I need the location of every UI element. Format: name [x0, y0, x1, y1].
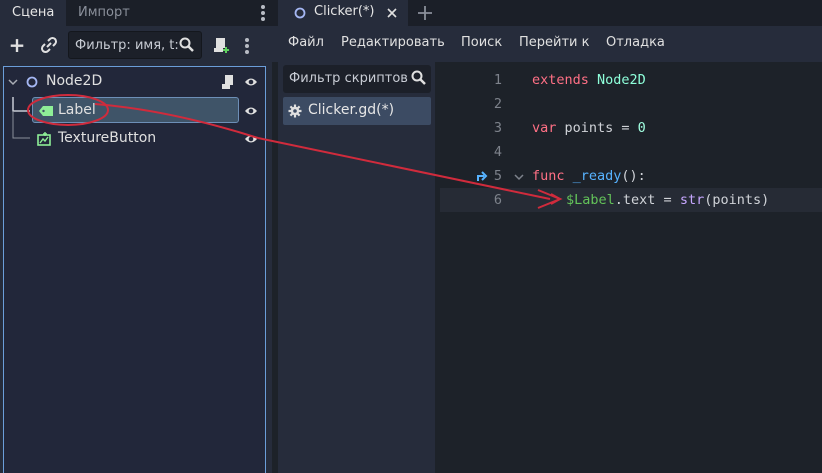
menu-search[interactable]: Поиск: [461, 35, 502, 50]
search-icon: [179, 37, 194, 52]
gear-icon: [288, 104, 302, 118]
keyword-token: var: [532, 120, 557, 136]
code-editor[interactable]: 1 extends Node2D 2 3 var points = 0 4 5 …: [440, 62, 822, 473]
eye-icon[interactable]: [244, 104, 258, 118]
chevron-down-icon[interactable]: [8, 77, 18, 87]
tab-import[interactable]: Импорт: [66, 0, 142, 26]
eye-icon[interactable]: [244, 75, 258, 89]
script-filter-placeholder: Фильтр скриптов: [289, 71, 408, 86]
close-icon[interactable]: [386, 7, 398, 19]
class-token: Node2D: [597, 72, 646, 88]
code-token: ():: [621, 168, 646, 184]
editor-tabs: Clicker(*): [272, 0, 822, 26]
line-number: 3: [493, 120, 502, 136]
builtin-token: str: [679, 192, 705, 208]
menu-goto[interactable]: Перейти к: [519, 35, 589, 50]
tree-item-node2d[interactable]: Node2D: [4, 69, 265, 95]
code-token: points =: [556, 120, 638, 136]
script-add-icon: [214, 38, 229, 53]
label-icon: [39, 106, 53, 116]
code-line: 4: [440, 140, 822, 164]
search-icon: [411, 70, 426, 85]
add-node-button[interactable]: +: [6, 34, 28, 56]
code-line: 3 var points = 0: [440, 116, 822, 140]
scene-dock-tabs: Сцена Импорт: [0, 0, 272, 26]
code-token: (points): [704, 192, 770, 208]
code-line: 5 func _ready():: [440, 164, 822, 188]
code-line: 2: [440, 92, 822, 116]
number-token: 0: [637, 120, 646, 136]
scene-filter-placeholder: Фильтр: имя, t:: [75, 38, 179, 53]
link-icon: [40, 36, 58, 54]
line-number: 5: [493, 168, 502, 184]
code-text: var points = 0: [532, 120, 646, 136]
scene-filter-input[interactable]: Фильтр: имя, t:: [68, 31, 202, 59]
scene-options-icon[interactable]: [244, 34, 252, 56]
code-line-current: 6 $Label.text = str(points): [440, 188, 822, 212]
code-text: extends Node2D: [532, 72, 646, 88]
code-line: 1 extends Node2D: [440, 68, 822, 92]
texture-button-icon: [37, 132, 51, 146]
menu-debug[interactable]: Отладка: [606, 35, 665, 50]
tab-clicker-script[interactable]: Clicker(*): [278, 0, 408, 26]
scene-tree: Node2D Label TextureButton: [3, 66, 266, 473]
add-tab-icon[interactable]: [416, 4, 434, 22]
code-text: func _ready():: [532, 168, 646, 184]
code-text: $Label.text = str(points): [566, 192, 769, 208]
script-menubar: Файл Редактировать Поиск Перейти к Отлад…: [272, 26, 822, 62]
script-item-label: Clicker.gd(*): [308, 102, 395, 118]
keyword-token: func: [532, 168, 565, 184]
line-number: 6: [493, 192, 502, 208]
script-list-panel: Фильтр скриптов Clicker.gd(*): [278, 62, 435, 473]
tab-scene[interactable]: Сцена: [0, 0, 66, 26]
scene-toolbar: + Фильтр: имя, t:: [0, 26, 272, 64]
dock-menu-icon[interactable]: [260, 4, 266, 22]
eye-icon[interactable]: [244, 132, 258, 146]
tree-item-texturebutton[interactable]: TextureButton: [4, 126, 265, 152]
tree-item-label-node[interactable]: Label: [4, 98, 265, 124]
attach-script-button[interactable]: [210, 34, 232, 56]
nodepath-token: $Label: [566, 192, 615, 208]
script-list-item[interactable]: Clicker.gd(*): [283, 97, 431, 125]
code-token: .text =: [614, 192, 680, 208]
keyword-token: extends: [532, 72, 589, 88]
node2d-circle-icon: [294, 7, 306, 19]
tree-item-label: Node2D: [46, 73, 103, 89]
tree-item-label: TextureButton: [58, 130, 157, 146]
tab-label: Clicker(*): [314, 4, 375, 19]
tree-item-label: Label: [58, 102, 96, 118]
scene-dock: Сцена Импорт + Фильтр: имя, t: Node2D La…: [0, 0, 272, 473]
fold-chevron-icon[interactable]: [514, 172, 524, 182]
menu-file[interactable]: Файл: [288, 35, 324, 50]
instance-scene-button[interactable]: [38, 34, 60, 56]
line-number: 4: [493, 144, 502, 160]
function-token: _ready: [564, 168, 622, 184]
line-number: 1: [493, 72, 502, 88]
menu-edit[interactable]: Редактировать: [341, 35, 445, 50]
script-icon[interactable]: [221, 74, 235, 90]
node2d-circle-icon: [26, 76, 38, 88]
script-filter-input[interactable]: Фильтр скриптов: [283, 65, 431, 93]
line-number: 2: [493, 96, 502, 112]
